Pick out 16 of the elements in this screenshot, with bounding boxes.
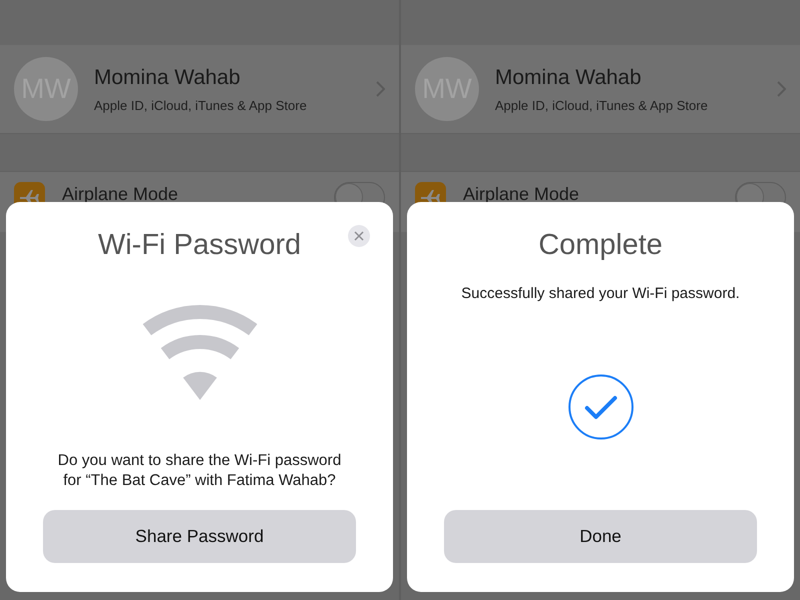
dialog-title: Wi-Fi Password xyxy=(98,228,301,263)
profile-subtitle: Apple ID, iCloud, iTunes & App Store xyxy=(495,98,709,112)
dialog-message: Successfully shared your Wi-Fi password. xyxy=(461,284,740,304)
profile-name: Momina Wahab xyxy=(495,66,642,90)
dialog-title: Complete xyxy=(538,228,663,263)
setting-label: Airplane Mode xyxy=(463,184,580,204)
chevron-icon xyxy=(777,81,786,97)
dialog-message: Do you want to share the Wi-Fi password for “The Bat Cave” with Fatima Wahab? xyxy=(56,451,342,491)
setting-label: Airplane Mode xyxy=(62,184,180,204)
chevron-icon xyxy=(376,81,385,97)
profile-name: Momina Wahab xyxy=(94,66,242,90)
dialog-button[interactable]: Done xyxy=(444,510,757,563)
close-icon[interactable] xyxy=(348,225,370,247)
dialog-button[interactable]: Share Password xyxy=(43,510,356,563)
checkmark-icon xyxy=(568,374,634,440)
profile-subtitle: Apple ID, iCloud, iTunes & App Store xyxy=(94,98,308,112)
